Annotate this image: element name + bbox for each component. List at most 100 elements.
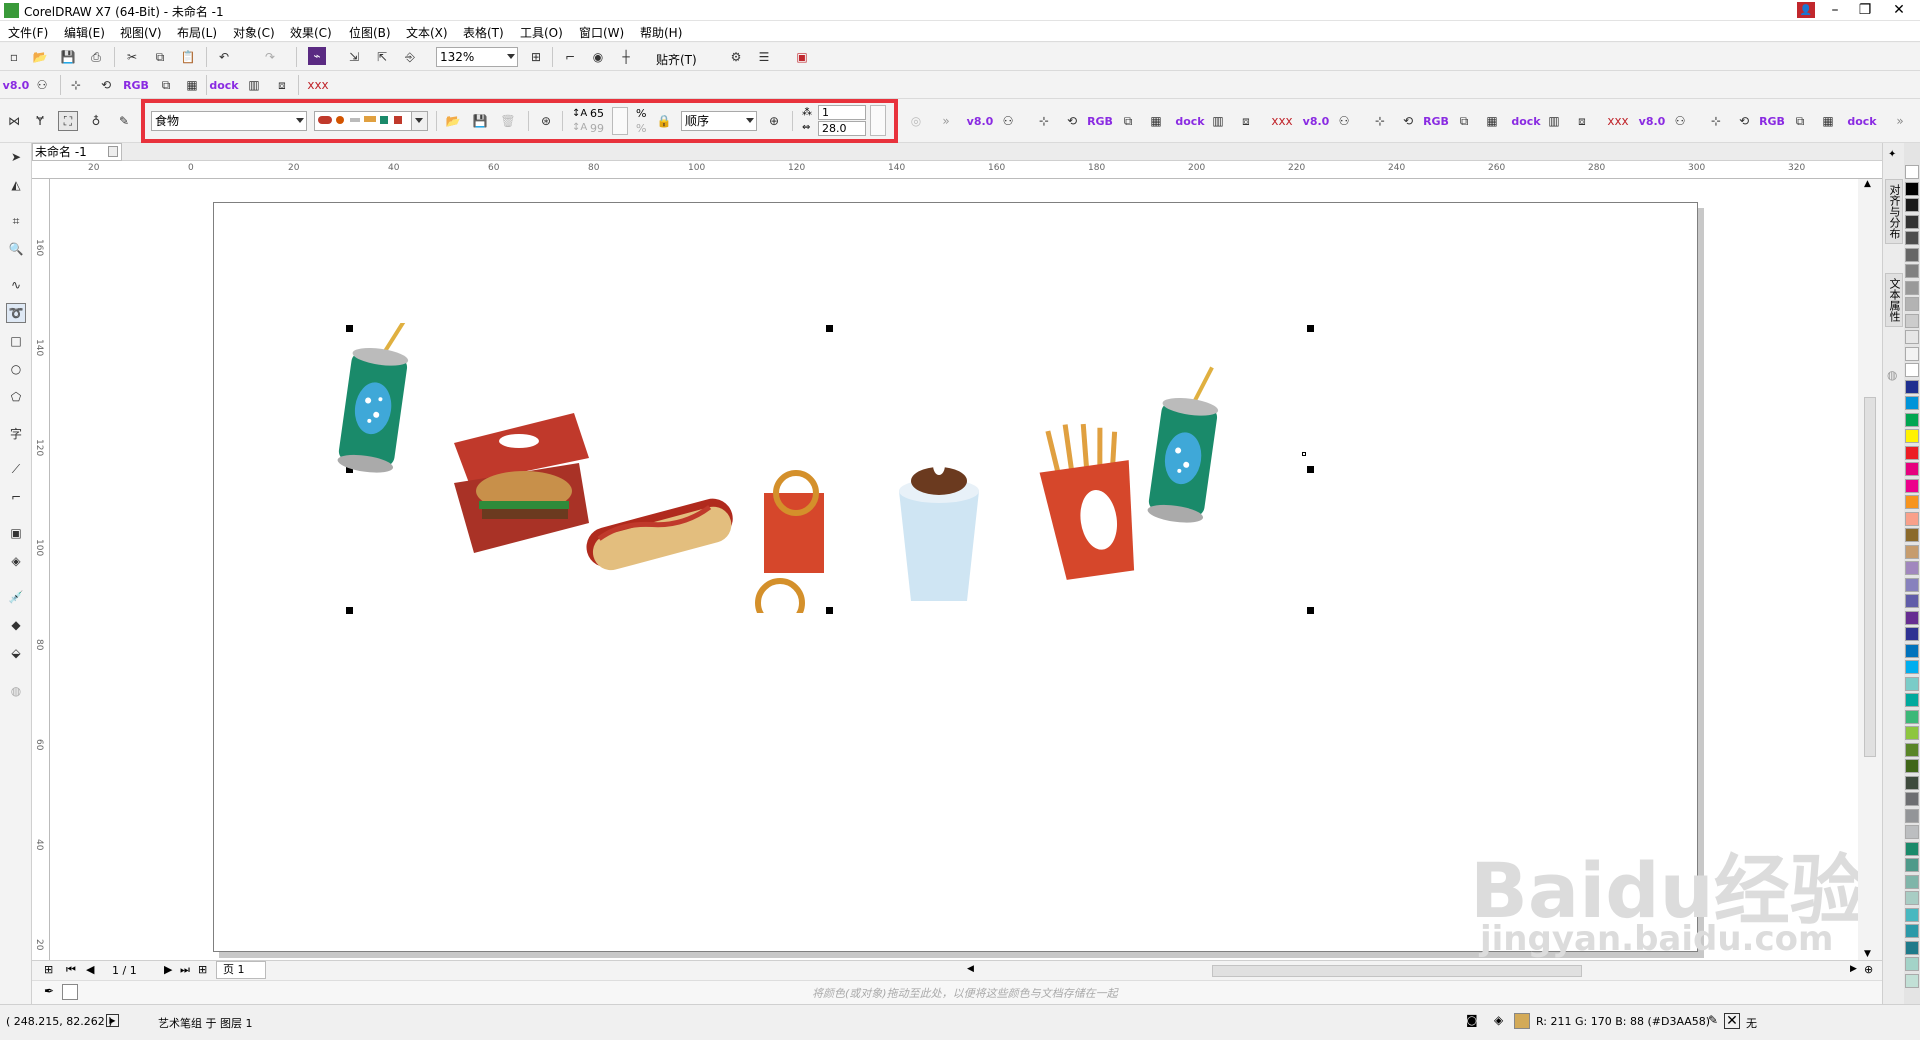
copy-icon[interactable]: ⧉ [150,47,170,67]
palette-swatch[interactable] [1905,924,1919,938]
palette-swatch[interactable] [1905,280,1919,295]
dock-icon[interactable]: dock [209,75,238,95]
shape-tool-icon[interactable]: ◭ [6,175,26,195]
dock-icon-3[interactable]: dock [1511,111,1540,131]
horizontal-scrollbar[interactable]: ◀ ▶ ⊕ [32,961,1882,981]
plugin-copy-icon-2[interactable]: ⧉ [1118,111,1138,131]
food-spray-artwork[interactable] [314,323,1274,613]
palette-swatch[interactable] [1905,792,1919,806]
plugin-stack-icon-2[interactable]: ⧈ [1236,111,1256,131]
menu-text[interactable]: 文本(X) [406,24,448,41]
overflow-chevron-icon[interactable]: » [936,111,956,131]
menu-help[interactable]: 帮助(H) [640,24,682,41]
sprayer-icon[interactable]: ⛶ [58,111,78,131]
application-launcher-icon[interactable]: ☰ [754,47,774,67]
plugin-transform-icon-3[interactable]: ⟲ [1398,111,1418,131]
rectangle-tool-icon[interactable]: □ [6,331,26,351]
palette-swatch[interactable] [1905,973,1919,988]
menu-bitmaps[interactable]: 位图(B) [349,24,391,41]
palette-swatch[interactable] [1905,742,1919,757]
show-grid-icon[interactable]: ◉ [588,47,608,67]
zoom-tool-icon[interactable]: 🔍 [6,239,26,259]
new-document-icon[interactable]: ▫ [4,47,24,67]
toolbox-more-icon[interactable]: ◍ [6,681,26,701]
menu-window[interactable]: 窗口(W) [579,24,624,41]
menu-view[interactable]: 视图(V) [120,24,162,41]
plugin-align-icon-3[interactable]: ⊹ [1370,111,1390,131]
palette-swatch[interactable] [1905,511,1919,526]
selection-handle[interactable] [1307,466,1314,473]
palette-swatch[interactable] [1905,363,1919,377]
full-screen-preview-icon[interactable]: ⊞ [526,47,546,67]
plugin-barcode-icon[interactable]: ▥ [244,75,264,95]
v8-plugin-icon-4[interactable]: v8.0 [1639,111,1666,131]
expression-icon[interactable]: ✎ [114,111,134,131]
plugin-xxx-icon-3[interactable]: xxx [1607,111,1628,131]
palette-swatch[interactable] [1905,709,1919,724]
scroll-left-icon[interactable]: ◀ [967,964,974,974]
v8-plugin-icon-3[interactable]: v8.0 [1303,111,1330,131]
plugin-copy-icon-4[interactable]: ⧉ [1790,111,1810,131]
shadow-tool-icon[interactable]: ▣ [6,523,26,543]
plugin-xxx-icon-2[interactable]: xxx [1271,111,1292,131]
polygon-tool-icon[interactable]: ⬠ [6,387,26,407]
undo-icon[interactable]: ↶ [214,47,234,67]
horizontal-ruler[interactable]: 20 0 20 40 60 80 100 120 140 160 180 200 220 240 260 28… [32,161,1882,179]
plugin-copy-icon-3[interactable]: ⧉ [1454,111,1474,131]
docker-tab-text[interactable]: 文本属性 [1885,273,1903,327]
palette-swatch[interactable] [1905,165,1919,179]
ellipse-tool-icon[interactable]: ○ [6,359,26,379]
selection-handle[interactable] [1307,325,1314,332]
plugin-barcode-icon-2[interactable]: ▥ [1208,111,1228,131]
open-icon[interactable]: 📂 [30,47,50,67]
zoom-navigator-icon[interactable]: ⊕ [1864,963,1873,976]
vertical-scroll-thumb[interactable] [1864,397,1876,757]
dimension-tool-icon[interactable]: ⟋ [6,459,26,479]
new-tab-icon[interactable] [108,146,118,157]
plugin-transform-icon-4[interactable]: ⟲ [1734,111,1754,131]
menu-edit[interactable]: 编辑(E) [64,24,105,41]
plugin-node-icon-4[interactable]: ⚇ [1670,111,1690,131]
plugin-align-icon[interactable]: ⊹ [66,75,86,95]
rotation-icon[interactable]: ◎ [906,111,926,131]
menu-effects[interactable]: 效果(C) [290,24,332,41]
transparency-tool-icon[interactable]: ◈ [6,551,26,571]
palette-swatch[interactable] [1905,610,1919,625]
palette-swatch[interactable] [1905,198,1919,212]
palette-swatch[interactable] [1905,247,1919,262]
palette-swatch[interactable] [1905,181,1919,196]
redo-icon[interactable]: ↷ [260,47,280,67]
pick-tool-icon[interactable]: ➤ [6,147,26,167]
menu-layout[interactable]: 布局(L) [177,24,217,41]
palette-swatch[interactable] [1905,561,1919,575]
palette-swatch[interactable] [1905,495,1919,509]
plugin-layer-icon[interactable]: ▦ [182,75,202,95]
zoom-level-select[interactable]: 132% [436,47,518,67]
plugin-layer-icon-3[interactable]: ▦ [1482,111,1502,131]
palette-swatch[interactable] [1905,445,1919,460]
vertical-scrollbar[interactable]: ▲ ▼ [1858,179,1882,960]
palette-swatch[interactable] [1905,940,1919,955]
menu-file[interactable]: 文件(F) [8,24,48,41]
plugin-xxx-icon[interactable]: xxx [307,75,328,95]
plugin-node-icon[interactable]: ⚇ [32,75,52,95]
show-guidelines-icon[interactable]: ┼ [616,47,636,67]
palette-swatch[interactable] [1905,643,1919,658]
docker-options-icon[interactable]: ◍ [1887,368,1897,382]
palette-swatch[interactable] [1905,214,1919,229]
text-tool-icon[interactable]: 字 [6,423,26,443]
minimize-button[interactable]: – [1822,1,1848,19]
preset-icon[interactable]: ⋈ [4,111,24,131]
calligraphic-icon[interactable]: ♁ [86,111,106,131]
brush-icon[interactable]: Ɏ [30,111,50,131]
welcome-screen-icon[interactable]: ▣ [792,47,812,67]
vertical-ruler[interactable]: 160140120100806040200 [32,179,50,960]
plugin-node-icon-3[interactable]: ⚇ [1334,111,1354,131]
palette-swatch[interactable] [1905,676,1919,691]
eyedropper-icon[interactable]: ✒ [44,984,54,998]
palette-swatch[interactable] [1905,808,1919,823]
restore-button[interactable]: ❐ [1852,1,1878,19]
publish-pdf-icon[interactable]: ⎆ [400,47,420,67]
palette-swatch[interactable] [1905,627,1919,641]
palette-swatch[interactable] [1905,231,1919,245]
